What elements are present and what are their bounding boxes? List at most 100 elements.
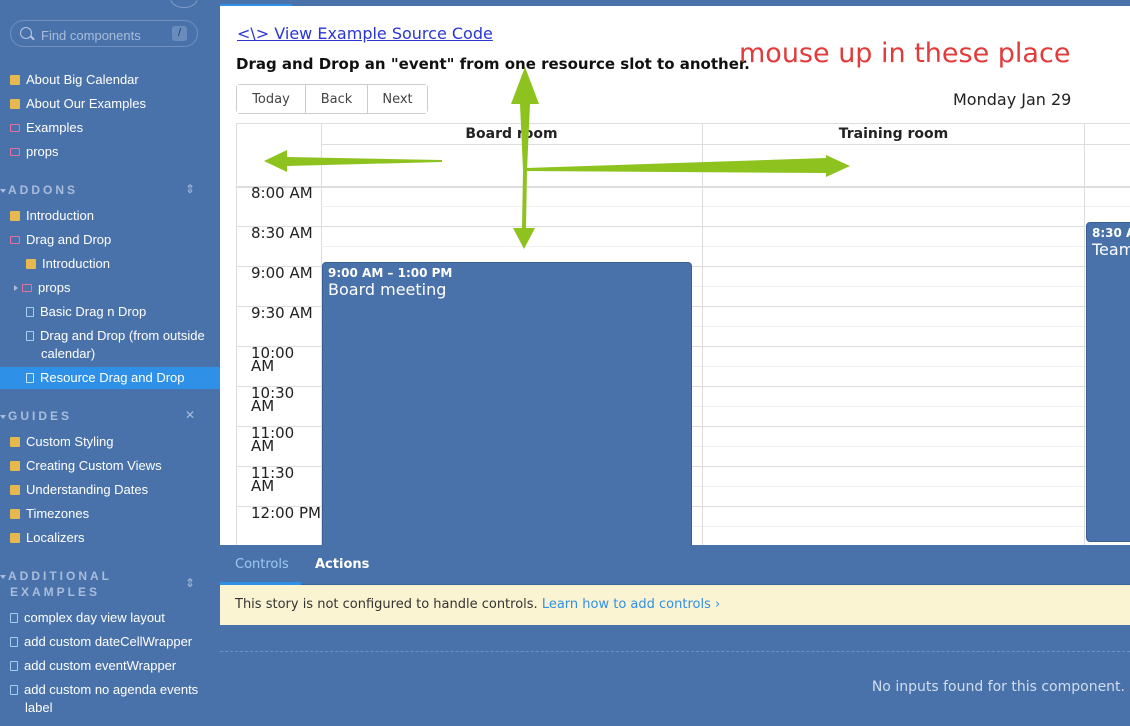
sidebar-item-resource-drag-and-drop[interactable]: Resource Drag and Drop (0, 367, 220, 389)
time-slot-cell[interactable] (703, 427, 1084, 467)
expand-collapse-icon[interactable]: ⇕ (185, 182, 195, 196)
calendar-grid: Board room Training room 8:00 AM 8:30 AM… (236, 123, 1130, 545)
date-label: Monday Jan 29 (953, 90, 1072, 109)
sidebar-item-drag-and-drop[interactable]: Drag and Drop (10, 229, 111, 251)
time-slot-cell[interactable] (1085, 187, 1130, 227)
resource-header-board-room: Board room (321, 124, 703, 145)
search-input[interactable] (39, 25, 173, 45)
no-inputs-message: No inputs found for this component. (871, 679, 1125, 695)
search-icon (20, 27, 32, 39)
section-header-addons[interactable]: ADDONS (0, 183, 78, 197)
sidebar-item-basic-drag-n-drop[interactable]: Basic Drag n Drop (26, 301, 146, 323)
caret-right-icon (14, 285, 18, 291)
allday-cell-training-room[interactable] (703, 145, 1085, 188)
resource-column-training-room[interactable] (703, 187, 1085, 545)
expand-collapse-icon[interactable]: ⇕ (185, 576, 195, 590)
sidebar-item-localizers[interactable]: Localizers (10, 527, 85, 549)
sidebar-item-label: Examples (26, 120, 84, 135)
sidebar-item-about-big-calendar[interactable]: About Big Calendar (10, 69, 139, 91)
time-label: 10:30 AM (237, 386, 321, 427)
allday-cell-board-room[interactable] (321, 145, 703, 188)
resource-header-training-room: Training room (703, 124, 1085, 145)
time-slot-cell[interactable] (703, 467, 1084, 507)
sidebar-item-dnd-introduction[interactable]: Introduction (26, 253, 110, 275)
sidebar-item-label: Introduction (42, 256, 110, 271)
sidebar-item-label: props (38, 280, 71, 295)
today-button[interactable]: Today (237, 85, 305, 113)
sidebar-item-understanding-dates[interactable]: Understanding Dates (10, 479, 148, 501)
time-slot-cell[interactable] (321, 227, 702, 267)
doc-icon (10, 211, 20, 221)
time-label: 12:00 PM (237, 506, 321, 545)
folder-icon (10, 124, 20, 132)
sidebar-item-label: Custom Styling (26, 434, 114, 449)
sidebar-item-creating-custom-views[interactable]: Creating Custom Views (10, 455, 162, 477)
sidebar-item-timezones[interactable]: Timezones (10, 503, 89, 525)
resource-header-third (1085, 124, 1130, 145)
folder-icon (10, 148, 20, 156)
sidebar-item-props[interactable]: props (10, 141, 59, 163)
sidebar-item-addons-introduction[interactable]: Introduction (10, 205, 94, 227)
time-label: 9:30 AM (237, 306, 321, 347)
search-box[interactable]: / (10, 20, 198, 47)
event-team[interactable]: 8:30 A Team (1086, 222, 1130, 542)
event-board-meeting[interactable]: 9:00 AM – 1:00 PM Board meeting (322, 262, 692, 545)
tab-actions[interactable]: Actions (315, 557, 369, 572)
time-slot-cell[interactable] (703, 347, 1084, 387)
bookmark-icon (10, 613, 18, 623)
back-button[interactable]: Back (305, 85, 367, 113)
doc-icon (26, 259, 36, 269)
time-slot-cell[interactable] (703, 227, 1084, 267)
add-controls-link[interactable]: Learn how to add controls › (542, 597, 720, 612)
sidebar-item-dnd-props[interactable]: props (14, 277, 71, 299)
section-header-additional-examples[interactable]: ADDITIONAL (0, 569, 112, 583)
time-label: 11:30 AM (237, 466, 321, 507)
sidebar-top-button[interactable] (170, 0, 198, 8)
event-title: Board meeting (328, 280, 447, 299)
sidebar-item-label: label (25, 700, 53, 715)
section-title: GUIDES (8, 409, 73, 423)
sidebar-item-label: props (26, 144, 59, 159)
calendar-toolbar: Today Back Next (236, 84, 428, 114)
doc-icon (10, 509, 20, 519)
sidebar-item-label: Timezones (26, 506, 90, 521)
time-slot-cell[interactable] (321, 187, 702, 227)
collapse-all-icon[interactable]: ✕ (185, 408, 195, 422)
sidebar-item-label: complex day view layout (24, 610, 165, 625)
time-gutter: 8:00 AM 8:30 AM 9:00 AM 9:30 AM 10:00 AM… (237, 186, 322, 545)
sidebar-item-label: add custom eventWrapper (24, 658, 177, 673)
bookmark-icon (10, 661, 18, 671)
sidebar-item-custom-styling[interactable]: Custom Styling (10, 431, 113, 453)
bookmark-icon (26, 331, 34, 341)
time-gutter-header (237, 124, 322, 188)
sidebar: / About Big Calendar About Our Examples … (0, 0, 220, 725)
sidebar-item-complex-day-view[interactable]: complex day view layout (10, 607, 165, 629)
bookmark-icon (26, 373, 34, 383)
time-slot-cell[interactable] (703, 267, 1084, 307)
folder-icon (10, 236, 20, 244)
page-heading: Drag and Drop an "event" from one resour… (236, 55, 750, 73)
sidebar-item-label: About Big Calendar (26, 72, 139, 87)
section-title: ADDITIONAL (8, 569, 112, 583)
bookmark-icon (10, 685, 18, 695)
view-source-link[interactable]: <\> View Example Source Code (237, 24, 493, 43)
allday-cell-third[interactable] (1085, 145, 1130, 188)
sidebar-item-label: Understanding Dates (26, 482, 149, 497)
sidebar-item-examples[interactable]: Examples (10, 117, 83, 139)
sidebar-item-custom-datecellwrapper[interactable]: add custom dateCellWrapper (10, 631, 192, 653)
section-title: ADDONS (8, 183, 79, 197)
doc-icon (10, 485, 20, 495)
section-header-guides[interactable]: GUIDES (0, 409, 72, 423)
time-slot-cell[interactable] (703, 307, 1084, 347)
doc-icon (10, 75, 20, 85)
next-button[interactable]: Next (367, 85, 427, 113)
sidebar-item-custom-no-agenda-line2[interactable]: label (25, 697, 52, 719)
tab-controls[interactable]: Controls (235, 557, 289, 572)
sidebar-item-dnd-from-outside-line2[interactable]: calendar) (41, 343, 95, 365)
time-slot-cell[interactable] (703, 387, 1084, 427)
sidebar-item-custom-eventwrapper[interactable]: add custom eventWrapper (10, 655, 176, 677)
time-slot-cell[interactable] (703, 187, 1084, 227)
sidebar-item-about-our-examples[interactable]: About Our Examples (10, 93, 146, 115)
time-slot-cell[interactable] (703, 507, 1084, 545)
bookmark-icon (10, 637, 18, 647)
